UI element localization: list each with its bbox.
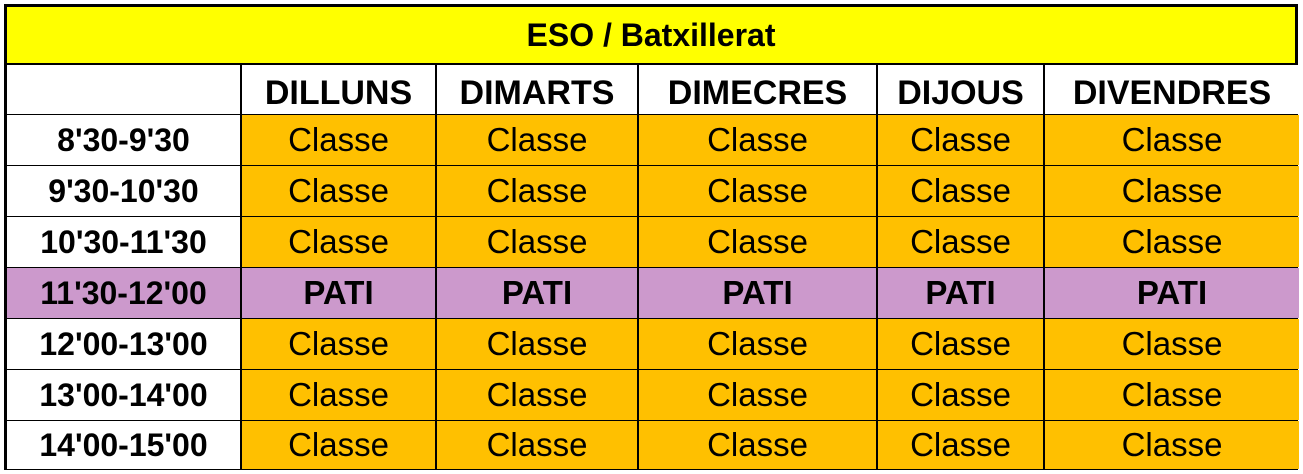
class-cell: Classe — [242, 217, 435, 267]
class-cell: Classe — [437, 217, 637, 267]
class-cell: Classe — [639, 166, 876, 216]
schedule-title: ESO / Batxillerat — [7, 7, 1295, 63]
class-cell: Classe — [242, 421, 435, 469]
class-cell: Classe — [437, 370, 637, 420]
class-cell: Classe — [437, 166, 637, 216]
day-header: DIJOUS — [878, 65, 1043, 114]
class-cell: Classe — [1045, 421, 1299, 469]
class-cell: Classe — [639, 421, 876, 469]
class-cell: Classe — [639, 370, 876, 420]
time-slot: 12'00-13'00 — [7, 319, 240, 369]
class-cell: Classe — [1045, 166, 1299, 216]
class-cell: Classe — [242, 166, 435, 216]
class-cell: Classe — [1045, 319, 1299, 369]
time-slot: 11'30-12'00 — [7, 268, 240, 318]
class-cell: Classe — [878, 166, 1043, 216]
class-cell: Classe — [1045, 370, 1299, 420]
time-slot: 10'30-11'30 — [7, 217, 240, 267]
class-cell: Classe — [242, 370, 435, 420]
class-cell: Classe — [1045, 115, 1299, 165]
time-slot: 13'00-14'00 — [7, 370, 240, 420]
schedule-grid: DILLUNS DIMARTS DIMECRES DIJOUS DIVENDRE… — [7, 65, 1299, 469]
class-cell: Classe — [639, 217, 876, 267]
time-slot: 8'30-9'30 — [7, 115, 240, 165]
class-cell: Classe — [437, 421, 637, 469]
time-slot: 9'30-10'30 — [7, 166, 240, 216]
class-cell: Classe — [878, 217, 1043, 267]
class-cell: Classe — [242, 319, 435, 369]
class-cell: Classe — [242, 115, 435, 165]
class-cell: Classe — [878, 421, 1043, 469]
break-cell: PATI — [639, 268, 876, 318]
time-slot: 14'00-15'00 — [7, 421, 240, 469]
schedule-table: ESO / Batxillerat DILLUNS DIMARTS DIMECR… — [4, 4, 1299, 470]
class-cell: Classe — [437, 319, 637, 369]
class-cell: Classe — [1045, 217, 1299, 267]
class-cell: Classe — [878, 319, 1043, 369]
class-cell: Classe — [639, 115, 876, 165]
class-cell: Classe — [437, 115, 637, 165]
break-cell: PATI — [878, 268, 1043, 318]
corner-cell — [7, 65, 240, 114]
day-header: DILLUNS — [242, 65, 435, 114]
break-cell: PATI — [1045, 268, 1299, 318]
day-header: DIMARTS — [437, 65, 637, 114]
class-cell: Classe — [878, 370, 1043, 420]
day-header: DIVENDRES — [1045, 65, 1299, 114]
break-cell: PATI — [437, 268, 637, 318]
day-header: DIMECRES — [639, 65, 876, 114]
class-cell: Classe — [639, 319, 876, 369]
class-cell: Classe — [878, 115, 1043, 165]
break-cell: PATI — [242, 268, 435, 318]
